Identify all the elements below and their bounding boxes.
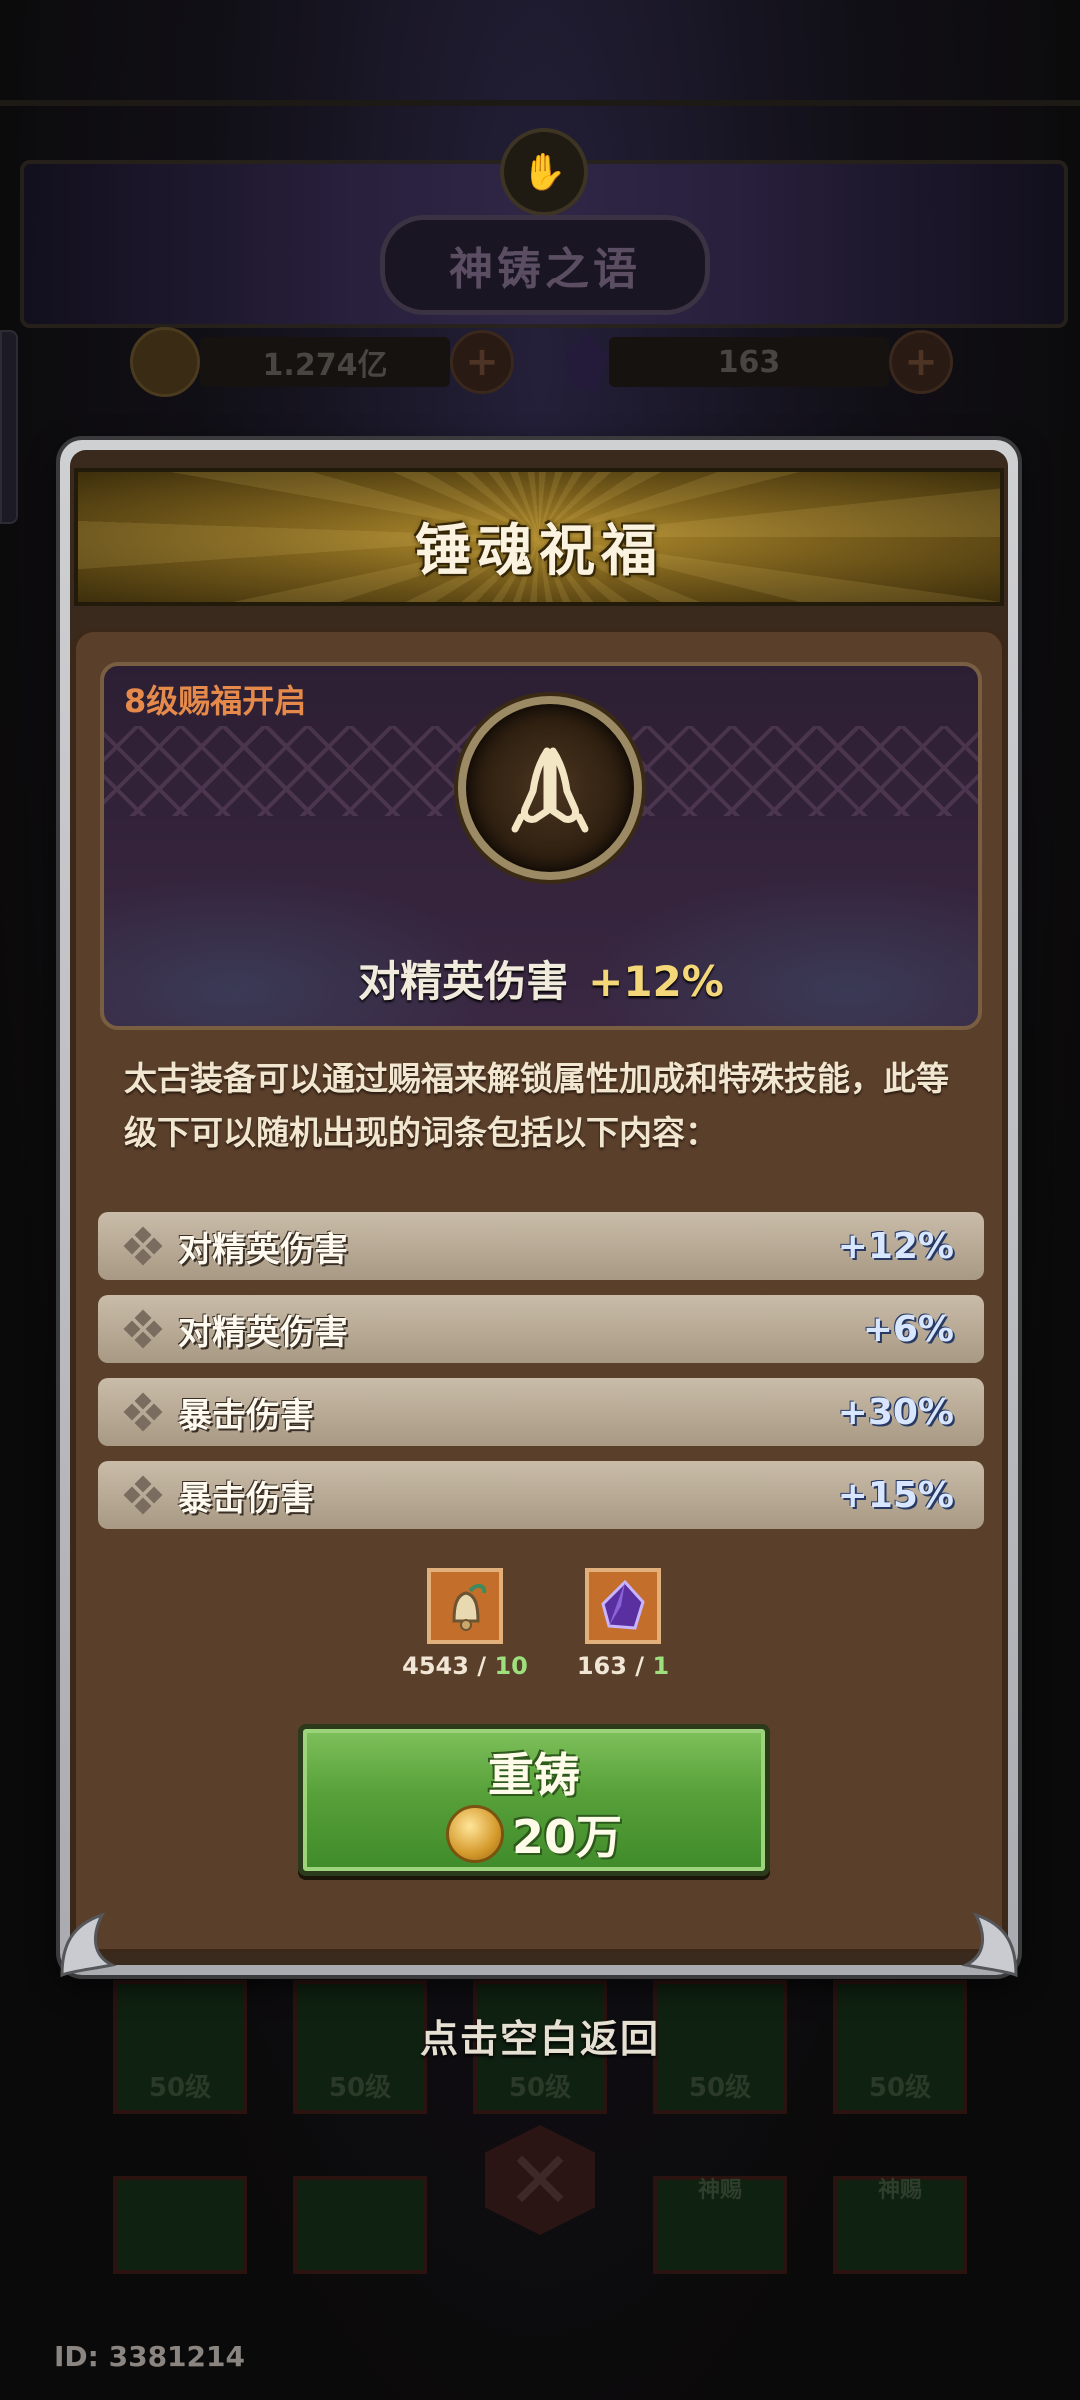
attribute-name: 对精英伤害	[178, 1229, 348, 1270]
equipment-level: 50级	[868, 2073, 932, 2103]
attribute-row: 对精英伤害 +6%	[98, 1295, 984, 1363]
blessing-feature-card: 8级赐福开启 对精英伤害 +12%	[100, 662, 982, 1030]
cost-have: 4543	[402, 1652, 469, 1680]
diamond-bullet-icon	[123, 1392, 163, 1432]
feature-stat-name: 对精英伤害	[358, 957, 569, 1006]
side-tab[interactable]	[0, 330, 18, 524]
unlock-level-tag: 8级赐福开启	[124, 682, 307, 720]
equipment-tag: 神赐	[697, 2178, 743, 2203]
diamond-bullet-icon	[123, 1309, 163, 1349]
background-title-plate: 神铸之语	[380, 215, 710, 315]
purple-gem-icon	[585, 1568, 661, 1644]
equipment-level: 50级	[148, 2073, 212, 2103]
gold-resource-bar: 1.274亿 +	[130, 327, 514, 397]
gold-coin-icon	[445, 1805, 504, 1863]
attribute-name: 对精英伤害	[178, 1312, 348, 1353]
attribute-name: 暴击伤害	[178, 1478, 314, 1519]
diamond-bullet-icon	[123, 1475, 163, 1515]
cost-item-gem[interactable]: 163 / 1	[548, 1568, 698, 1680]
tap-blank-to-return[interactable]: 点击空白返回	[0, 2008, 1080, 2063]
feature-stat: 对精英伤害 +12%	[104, 948, 978, 1009]
cost-count: 4543 / 10	[402, 1652, 528, 1680]
equipment-slot[interactable]	[293, 2176, 427, 2274]
cost-need: 1	[652, 1652, 670, 1680]
equipment-level: 50级	[688, 2073, 752, 2103]
corner-ornament-icon	[961, 1912, 1018, 1978]
attribute-row: 对精英伤害 +12%	[98, 1212, 984, 1280]
screen: ✋ 神铸之语 1.274亿 + 163 + 50级 50级 50级 50级 50…	[0, 0, 1080, 2400]
add-gem-button[interactable]: +	[889, 330, 953, 394]
cost-count: 163 / 1	[576, 1652, 670, 1680]
gem-amount: 163	[609, 337, 889, 387]
attribute-value: +15%	[837, 1474, 954, 1516]
user-id: ID: 3381214	[54, 2340, 245, 2373]
equipment-level: 50级	[508, 2073, 572, 2103]
recast-price-amount: 20万	[511, 1810, 622, 1864]
gem-resource-bar: 163 +	[565, 330, 953, 394]
recast-label: 重铸	[488, 1748, 580, 1802]
attribute-value: +30%	[837, 1391, 954, 1433]
attribute-row: 暴击伤害 +15%	[98, 1461, 984, 1529]
equipment-slot[interactable]: 神赐	[833, 2176, 967, 2274]
praying-hands-icon	[458, 696, 642, 880]
blessing-description: 太古装备可以通过赐福来解锁属性加成和特殊技能，此等级下可以随机出现的词条包括以下…	[124, 1059, 949, 1152]
recast-price: 20万	[303, 1801, 765, 1867]
cost-have: 163	[576, 1652, 627, 1680]
equipment-slot[interactable]: 神赐	[653, 2176, 787, 2274]
equipment-level: 50级	[328, 2073, 392, 2103]
purple-gem-icon	[565, 332, 609, 392]
diamond-bullet-icon	[123, 1226, 163, 1266]
background-title: 神铸之语	[449, 244, 641, 295]
dialog-title: 锤魂祝福	[415, 519, 663, 584]
dialog-banner: 锤魂祝福	[74, 468, 1004, 606]
gold-coin-icon	[130, 327, 200, 397]
gold-amount: 1.274亿	[200, 337, 450, 387]
bell-icon	[427, 1568, 503, 1644]
attribute-value: +12%	[837, 1225, 954, 1267]
praying-hands-icon: ✋	[500, 128, 588, 216]
equipment-slot[interactable]	[113, 2176, 247, 2274]
attribute-row: 暴击伤害 +30%	[98, 1378, 984, 1446]
feature-stat-value: +12%	[588, 957, 724, 1006]
attribute-name: 暴击伤害	[178, 1395, 314, 1436]
cost-item-bell[interactable]: 4543 / 10	[390, 1568, 540, 1680]
corner-ornament-icon	[60, 1912, 117, 1978]
recast-button[interactable]: 重铸 20万	[298, 1724, 770, 1876]
blessing-dialog: 锤魂祝福 8级赐福开启 对精英伤害 +12% 太古装备可以通过赐福来解锁属性加成和…	[60, 440, 1018, 1978]
cost-need: 10	[494, 1652, 528, 1680]
add-gold-button[interactable]: +	[450, 330, 514, 394]
attribute-value: +6%	[862, 1308, 954, 1350]
equipment-tag: 神赐	[877, 2178, 923, 2203]
